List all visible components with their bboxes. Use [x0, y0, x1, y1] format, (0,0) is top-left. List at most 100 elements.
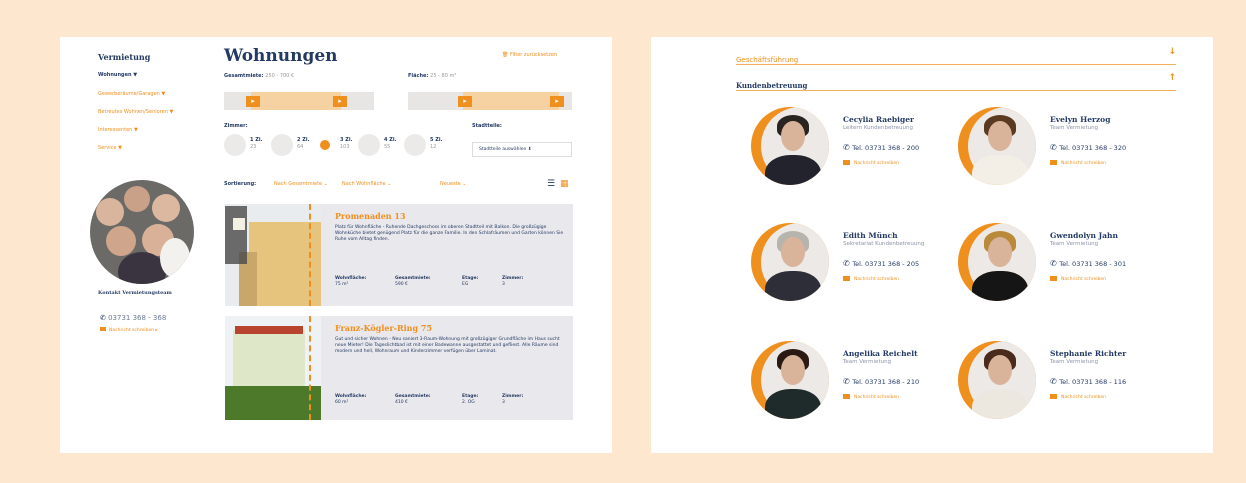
phone-icon: ✆: [1050, 143, 1060, 152]
area-slider[interactable]: ▸ ▸: [408, 92, 572, 110]
phone-icon: ✆: [843, 259, 853, 268]
member-message-label: Nachricht schreiben: [854, 277, 899, 282]
member-role: Team Vermietung: [843, 359, 892, 365]
member-phone[interactable]: ✆ Tel. 03731 368 - 301: [1050, 259, 1126, 268]
phone-icon: ✆: [1050, 377, 1060, 386]
envelope-icon: [1050, 276, 1057, 281]
rooms-label: Zimmer:: [224, 123, 248, 129]
accordion-kundenbetreuung[interactable]: Kundenbetreuung ↑: [736, 73, 1176, 91]
team-panel: Geschäftsführung ↓ Kundenbetreuung ↑ Cec…: [651, 37, 1213, 453]
reset-filter-link[interactable]: 🗑 Filter zurücksetzen: [502, 52, 557, 58]
rent-slider-max-handle[interactable]: ▸: [333, 96, 347, 107]
listing-area: Wohnfläche: 75 m²: [335, 276, 367, 287]
room-option-3[interactable]: [320, 140, 330, 150]
member-phone[interactable]: ✆ Tel. 03731 368 - 116: [1050, 377, 1126, 386]
sidebar-item-interessenten[interactable]: Interessenten ▼: [98, 127, 138, 133]
contact-message-label: Nachricht schreiben ▸: [109, 328, 158, 333]
sidebar-item-service[interactable]: Service ▼: [98, 145, 122, 151]
contact-phone-number: 03731 368 - 368: [108, 314, 167, 322]
envelope-icon: [843, 276, 850, 281]
team-member-card: Cecylia Raebiger Leitern Kundenbetreuung ✆…: [751, 107, 971, 187]
member-phone[interactable]: ✆ Tel. 03731 368 - 200: [843, 143, 919, 152]
contact-phone[interactable]: ✆ 03731 368 - 368: [100, 314, 166, 322]
member-message-label: Nachricht schreiben: [1061, 395, 1106, 400]
listing-card[interactable]: Franz-Kögler-Ring 75 Gut und sicher Wohn…: [225, 316, 573, 420]
accordion-geschaeftsfuehrung[interactable]: Geschäftsführung ↓: [736, 47, 1176, 65]
listing-photo: [225, 316, 321, 420]
listing-photo: [225, 204, 321, 306]
contact-message-link[interactable]: Nachricht schreiben ▸: [100, 327, 158, 333]
member-phone[interactable]: ✆ Tel. 03731 368 - 205: [843, 259, 919, 268]
rent-slider[interactable]: ▸ ▸: [224, 92, 374, 110]
member-phone-number: Tel. 03731 368 - 200: [852, 144, 920, 152]
member-role: Team Vermietung: [1050, 125, 1099, 131]
grid-view-icon[interactable]: ▦: [560, 179, 569, 189]
listing-rent: Gesamtmiete: 410 €: [395, 394, 431, 405]
sort-label: Sortierung:: [224, 181, 257, 187]
rent-slider-range: [251, 92, 341, 110]
arrow-up-icon: ↑: [1168, 73, 1176, 83]
member-phone-number: Tel. 03731 368 - 301: [1059, 260, 1127, 268]
member-message-link[interactable]: Nachricht schreiben: [1050, 394, 1106, 400]
rent-label: Gesamtmiete:: [224, 73, 264, 79]
phone-icon: ✆: [843, 377, 853, 386]
sidebar-item-betreutes-wohnen[interactable]: Betreutes Wohnen/Senioren ▼: [98, 109, 173, 115]
member-role: Sekretariat Kundenbetreuung: [843, 241, 925, 247]
trash-icon: 🗑: [502, 52, 510, 58]
member-phone-number: Tel. 03731 368 - 116: [1059, 378, 1127, 386]
member-phone[interactable]: ✆ Tel. 03731 368 - 320: [1050, 143, 1126, 152]
member-phone[interactable]: ✆ Tel. 03731 368 - 210: [843, 377, 919, 386]
member-message-link[interactable]: Nachricht schreiben: [843, 160, 899, 166]
room-option-4[interactable]: [358, 134, 380, 156]
rent-slider-min-handle[interactable]: ▸: [246, 96, 260, 107]
listing-title[interactable]: Promenaden 13: [335, 211, 406, 221]
list-view-icon[interactable]: ☰: [547, 179, 555, 189]
avatar: [958, 223, 1036, 301]
member-message-link[interactable]: Nachricht schreiben: [1050, 160, 1106, 166]
room-option-1[interactable]: [224, 134, 246, 156]
team-member-card: Edith Münch Sekretariat Kundenbetreuung ✆ …: [751, 223, 971, 303]
listing-description: Platz für Wohnfläche - Ruhende Dachgesch…: [335, 225, 564, 242]
area-slider-min-handle[interactable]: ▸: [458, 96, 472, 107]
member-message-link[interactable]: Nachricht schreiben: [1050, 276, 1106, 282]
member-name: Angelika Reichelt: [843, 349, 918, 358]
listing-rooms: Zimmer: 3: [502, 276, 524, 287]
member-name: Evelyn Herzog: [1050, 115, 1111, 124]
member-message-label: Nachricht schreiben: [1061, 277, 1106, 282]
area-slider-max-handle[interactable]: ▸: [550, 96, 564, 107]
member-name: Edith Münch: [843, 231, 898, 240]
member-message-label: Nachricht schreiben: [854, 161, 899, 166]
accordion-label: Kundenbetreuung: [736, 81, 808, 90]
room-option-2-label: 2 Zi. 64: [297, 137, 310, 150]
room-option-5[interactable]: [404, 134, 426, 156]
sort-by-area[interactable]: Nach Wohnfläche ⌄: [342, 181, 391, 187]
listing-title[interactable]: Franz-Kögler-Ring 75: [335, 323, 432, 333]
room-option-4-label: 4 Zi. 55: [384, 137, 397, 150]
room-option-1-label: 1 Zi. 23: [250, 137, 263, 150]
arrow-down-icon: ↓: [1168, 47, 1176, 57]
sort-by-newest[interactable]: Neueste ⌄: [440, 181, 466, 187]
envelope-icon: [843, 160, 850, 165]
avatar: [751, 107, 829, 185]
member-role: Team Vermietung: [1050, 359, 1099, 365]
listing-card[interactable]: Promenaden 13 Platz für Wohnfläche - Ruh…: [225, 204, 573, 306]
team-member-card: Stephanie Richter Team Vermietung ✆ Tel. 0…: [958, 341, 1178, 421]
sort-by-rent[interactable]: Nach Gesamtmiete ⌄: [274, 181, 328, 187]
phone-icon: ✆: [1050, 259, 1060, 268]
district-label: Stadtteile:: [472, 123, 502, 129]
district-select[interactable]: Stadtteile auswählen ⬇: [472, 142, 572, 157]
team-member-card: Evelyn Herzog Team Vermietung ✆ Tel. 03731…: [958, 107, 1178, 187]
area-filter-label: Fläche: 25 - 80 m²: [408, 73, 456, 79]
phone-icon: ✆: [100, 314, 109, 322]
member-phone-number: Tel. 03731 368 - 210: [852, 378, 920, 386]
listing-floor: Etage: 2. OG: [462, 394, 479, 405]
room-option-3-label: 3 Zi. 103: [340, 137, 353, 150]
member-message-link[interactable]: Nachricht schreiben: [843, 394, 899, 400]
page-title: Wohnungen: [224, 46, 338, 66]
member-phone-number: Tel. 03731 368 - 320: [1059, 144, 1127, 152]
member-message-link[interactable]: Nachricht schreiben: [843, 276, 899, 282]
rent-value: 250 - 700 €: [265, 73, 295, 79]
sidebar-item-wohnungen[interactable]: Wohnungen ▼: [98, 72, 137, 78]
room-option-2[interactable]: [271, 134, 293, 156]
sidebar-item-gewerbe[interactable]: Gewerberäume/Garagen ▼: [98, 91, 165, 97]
